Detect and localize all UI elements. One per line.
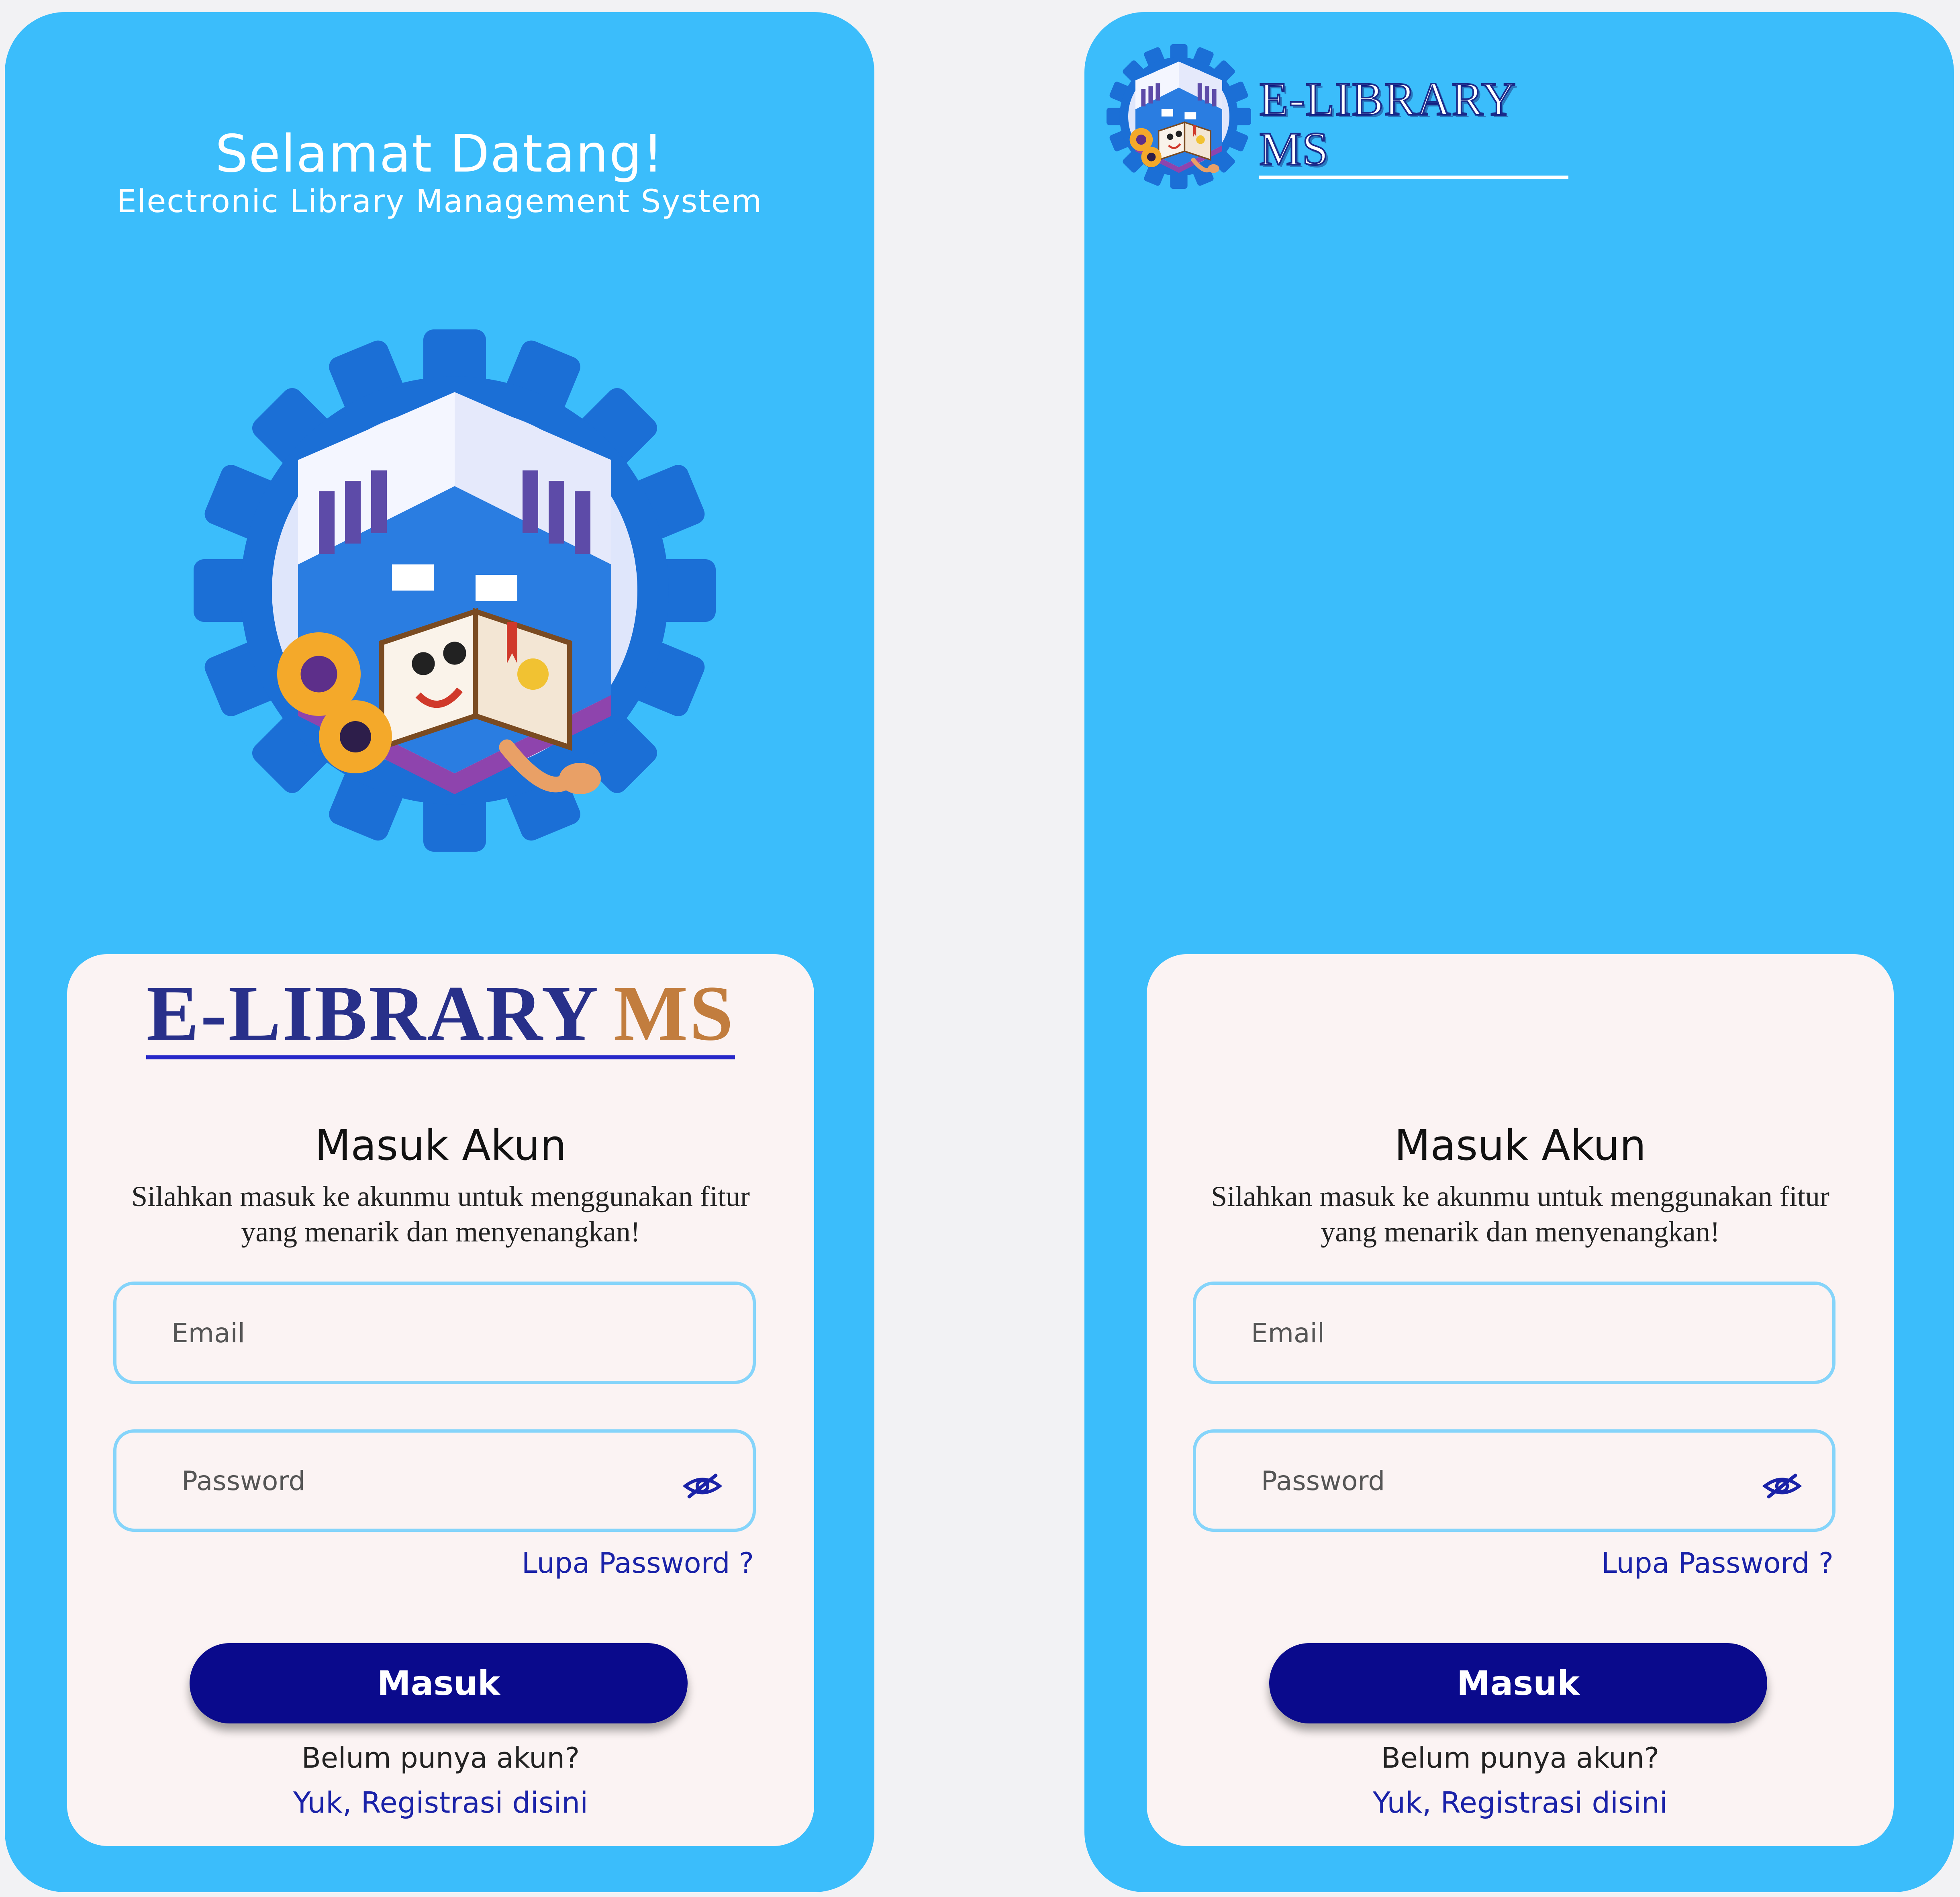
login-button[interactable]: Masuk [1269,1643,1767,1723]
welcome-header: Selamat Datang! Electronic Library Manag… [5,125,874,220]
password-field[interactable] [1193,1429,1835,1532]
library-badge-icon [1107,44,1251,189]
library-illustration-icon [194,329,716,852]
login-button[interactable]: Masuk [190,1643,688,1723]
eye-slash-icon[interactable] [1762,1473,1802,1499]
brand-logo: E-LIBRARY MS [67,974,814,1059]
card-description: Silahkan masuk ke akunmu untuk menggunak… [131,1180,750,1248]
no-account-text: Belum punya akun? [1381,1742,1660,1774]
login-card: E-LIBRARY MS Masuk Akun Silahkan masuk ke… [67,954,814,1846]
email-field[interactable] [113,1282,756,1384]
card-title: Masuk Akun [1394,1121,1646,1170]
register-link[interactable]: Yuk, Registrasi disini [1147,1786,1894,1819]
left-login-screen: Selamat Datang! Electronic Library Manag… [5,12,874,1892]
right-login-screen: E-LIBRARY MS Masuk Akun Silahkan masuk k… [1084,12,1954,1892]
email-input[interactable] [171,1285,654,1382]
password-input[interactable] [1260,1433,1744,1529]
eye-slash-icon[interactable] [682,1473,723,1499]
brand-logo-part1: E-LIBRARY [146,970,600,1057]
brand-logo-part2: MS [613,970,735,1057]
password-field[interactable] [113,1429,756,1532]
password-input[interactable] [181,1433,664,1529]
login-card: Masuk Akun Silahkan masuk ke akunmu untu… [1147,954,1894,1846]
card-description: Silahkan masuk ke akunmu untuk menggunak… [1211,1180,1829,1248]
register-link[interactable]: Yuk, Registrasi disini [67,1786,814,1819]
forgot-password-link[interactable]: Lupa Password ? [522,1547,754,1580]
welcome-subtitle: Electronic Library Management System [116,184,763,220]
header-logo: E-LIBRARY MS [1107,36,1568,197]
email-field[interactable] [1193,1282,1835,1384]
forgot-password-link[interactable]: Lupa Password ? [1601,1547,1833,1580]
no-account-text: Belum punya akun? [301,1742,580,1774]
header-wordmark: E-LIBRARY MS [1258,74,1568,179]
email-input[interactable] [1250,1285,1734,1382]
welcome-title: Selamat Datang! [215,124,664,184]
card-title: Masuk Akun [314,1121,567,1170]
